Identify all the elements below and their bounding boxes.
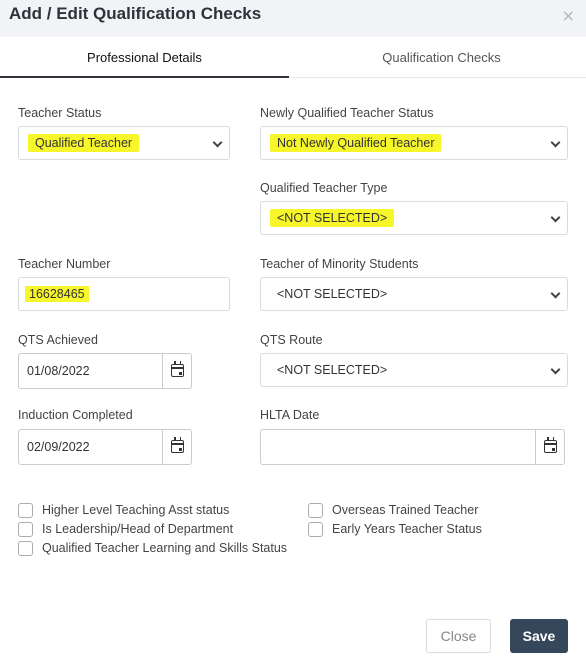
teacher-status-select[interactable]: Qualified Teacher bbox=[18, 126, 230, 160]
close-icon[interactable]: × bbox=[562, 6, 575, 25]
checkbox-label: Qualified Teacher Learning and Skills St… bbox=[42, 541, 288, 555]
checkbox-box[interactable] bbox=[18, 541, 33, 556]
checkbox-box[interactable] bbox=[18, 522, 33, 537]
minority-students-select[interactable]: <NOT SELECTED> bbox=[260, 277, 568, 311]
chevron-down-icon bbox=[550, 364, 561, 375]
nqt-status-select[interactable]: Not Newly Qualified Teacher bbox=[260, 126, 568, 160]
qts-achieved-calendar-button[interactable] bbox=[162, 354, 191, 388]
teacher-number-value: 16628465 bbox=[25, 286, 89, 302]
minority-students-label: Teacher of Minority Students bbox=[260, 257, 419, 271]
teacher-number-input[interactable]: 16628465 bbox=[18, 277, 230, 311]
chevron-down-icon bbox=[550, 212, 561, 223]
dialog-title: Add / Edit Qualification Checks bbox=[9, 4, 262, 23]
nqt-status-label: Newly Qualified Teacher Status bbox=[260, 106, 434, 120]
calendar-icon bbox=[544, 437, 557, 453]
induction-completed-label: Induction Completed bbox=[18, 408, 133, 422]
chevron-down-icon bbox=[212, 137, 223, 148]
nqt-status-value: Not Newly Qualified Teacher bbox=[270, 134, 442, 152]
checkbox-box[interactable] bbox=[308, 522, 323, 537]
qts-achieved-date-input[interactable]: 01/08/2022 bbox=[18, 353, 192, 389]
tab-bar: Professional Details Qualification Check… bbox=[0, 37, 586, 78]
teacher-status-value: Qualified Teacher bbox=[28, 134, 140, 152]
checkbox-label: Higher Level Teaching Asst status bbox=[42, 503, 230, 517]
checkbox-label: Early Years Teacher Status bbox=[332, 522, 482, 536]
induction-completed-date-input[interactable]: 02/09/2022 bbox=[18, 429, 192, 465]
hlta-date-input[interactable] bbox=[260, 429, 565, 465]
induction-completed-calendar-button[interactable] bbox=[162, 430, 191, 464]
qts-achieved-label: QTS Achieved bbox=[18, 333, 98, 347]
checkbox-label: Overseas Trained Teacher bbox=[332, 503, 479, 517]
teacher-number-label: Teacher Number bbox=[18, 257, 111, 271]
tab-qualification-checks[interactable]: Qualification Checks bbox=[297, 37, 586, 78]
chevron-down-icon bbox=[550, 137, 561, 148]
save-button[interactable]: Save bbox=[510, 619, 568, 653]
qts-achieved-value: 01/08/2022 bbox=[27, 364, 90, 378]
hlta-date-label: HLTA Date bbox=[260, 408, 320, 422]
qts-route-label: QTS Route bbox=[260, 333, 323, 347]
qualified-teacher-type-select[interactable]: <NOT SELECTED> bbox=[260, 201, 568, 235]
close-button[interactable]: Close bbox=[426, 619, 491, 653]
hlta-date-calendar-button[interactable] bbox=[535, 430, 564, 464]
checkbox-label: Is Leadership/Head of Department bbox=[42, 522, 234, 536]
minority-students-value: <NOT SELECTED> bbox=[277, 287, 388, 301]
teacher-status-label: Teacher Status bbox=[18, 106, 102, 120]
calendar-icon bbox=[171, 361, 184, 377]
calendar-icon bbox=[171, 437, 184, 453]
qts-route-select[interactable]: <NOT SELECTED> bbox=[260, 353, 568, 387]
chevron-down-icon bbox=[550, 288, 561, 299]
qualified-teacher-type-value: <NOT SELECTED> bbox=[270, 209, 395, 227]
tab-professional-details[interactable]: Professional Details bbox=[0, 37, 289, 78]
dialog-header: Add / Edit Qualification Checks × bbox=[0, 0, 586, 37]
induction-completed-value: 02/09/2022 bbox=[27, 440, 90, 454]
checkbox-box[interactable] bbox=[308, 503, 323, 518]
qualified-teacher-type-label: Qualified Teacher Type bbox=[260, 181, 388, 195]
checkbox-box[interactable] bbox=[18, 503, 33, 518]
qts-route-value: <NOT SELECTED> bbox=[277, 363, 388, 377]
